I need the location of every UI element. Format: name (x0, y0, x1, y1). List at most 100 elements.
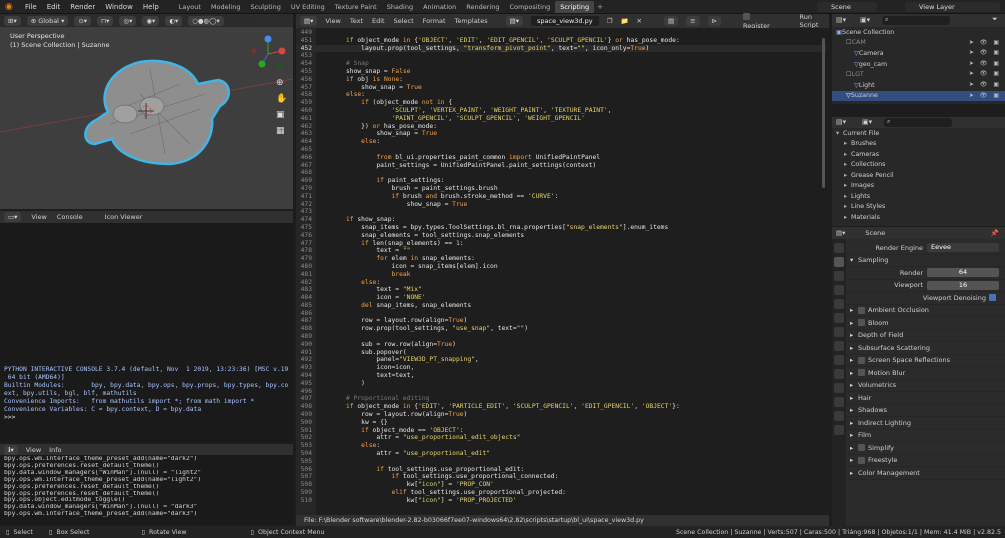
workspace-tab-rendering[interactable]: Rendering (461, 1, 504, 13)
editor-type-icon[interactable]: ⊞▾ (4, 15, 21, 26)
blender-logo-icon[interactable]: ◉ (5, 2, 17, 12)
render-engine-dropdown[interactable]: Eevee (927, 243, 999, 253)
code-line[interactable]: 505 (296, 458, 826, 466)
open-folder-icon[interactable]: 📁 (620, 17, 628, 25)
render-samples-field[interactable]: 64 (927, 268, 999, 278)
code-line[interactable]: 498 if object_mode in {'EDIT', 'PARTICLE_… (296, 403, 826, 411)
code-text[interactable]: snap_elements = tool_settings.snap_eleme… (315, 232, 524, 240)
code-text[interactable]: row.prop(tool_settings, "use_snap", text… (315, 325, 528, 333)
camera-view-icon[interactable]: ▣ (276, 110, 285, 120)
line-numbers-toggle-icon[interactable]: ▤ (663, 16, 679, 26)
code-text[interactable]: icon = snap_items[elem].icon (315, 263, 497, 271)
blend-file-item-brushes[interactable]: ▸ Brushes (832, 139, 1005, 150)
code-text[interactable]: # Snap (315, 60, 369, 68)
blend-file-item-grease-pencil[interactable]: ▸ Grease Pencil (832, 170, 1005, 181)
menu-file[interactable]: File (20, 3, 42, 11)
code-line[interactable]: 455 show_snap = False (296, 68, 826, 76)
code-text[interactable]: if paint_settings: (315, 177, 444, 185)
code-line[interactable]: 509 elif tool_settings.use_proportional_… (296, 489, 826, 497)
transform-orientation-dropdown[interactable]: ⊕ Global ▾ (26, 15, 69, 26)
workspace-tab-texture-paint[interactable]: Texture Paint (330, 1, 382, 13)
code-text[interactable]: }) or has_pose_mode: (315, 123, 437, 131)
text-menu-select[interactable]: Select (394, 17, 414, 25)
code-text[interactable]: paint_settings = UnifiedPaintPanel.paint… (315, 162, 596, 170)
world-tab-icon[interactable] (834, 313, 844, 323)
visibility-icons[interactable]: ➤ 👁 ▣ (969, 49, 1001, 56)
text-filename-field[interactable]: space_view3d.py (531, 16, 599, 26)
menu-help[interactable]: Help (138, 3, 164, 11)
run-script-button[interactable]: Run Script (800, 13, 829, 29)
workspace-tab-animation[interactable]: Animation (418, 1, 461, 13)
workspace-tab-modeling[interactable]: Modeling (206, 1, 246, 13)
info-line[interactable]: bpy.data.window_managers["WinMan"].(null… (4, 470, 289, 477)
text-menu-templates[interactable]: Templates (455, 17, 488, 25)
code-text[interactable]: else: (315, 138, 380, 146)
properties-type-icon[interactable]: ▤▾ (836, 229, 845, 237)
panel-enable-checkbox[interactable] (858, 369, 865, 377)
panel-enable-checkbox[interactable] (858, 356, 865, 364)
syntax-toggle-icon[interactable]: ⊳ (707, 16, 722, 26)
visibility-icons[interactable]: ➤ 👁 ▣ (969, 70, 1001, 77)
panel-indirect-lighting[interactable]: ▸ Indirect Lighting (846, 417, 1005, 430)
code-area[interactable]: 449 451 if object_mode in {'OBJECT', 'EDIT… (296, 29, 826, 505)
code-line[interactable]: 495 ) (296, 380, 826, 388)
editor-scrollbar[interactable] (822, 38, 825, 188)
pan-hand-icon[interactable]: ✋ (276, 94, 287, 104)
code-line[interactable]: 500 kw = {} (296, 419, 826, 427)
tool-tab-icon[interactable] (834, 243, 844, 253)
pivot-point-icon[interactable]: ⊙▾ (74, 15, 92, 26)
code-line[interactable]: 463 show_snap = True (296, 130, 826, 138)
code-line[interactable]: 485 del snap_items, snap_elements (296, 302, 826, 310)
panel-simplify[interactable]: ▸ Simplify (846, 442, 1005, 455)
code-line[interactable]: 499 row = layout.row(align=True) (296, 411, 826, 419)
panel-enable-checkbox[interactable] (858, 444, 865, 452)
code-line[interactable]: 461 'PAINT_GPENCIL', 'SCULPT_GPENCIL', '… (296, 115, 826, 123)
constraints-tab-icon[interactable] (834, 383, 844, 393)
view-object-types-icon[interactable]: ◉▾ (142, 15, 160, 26)
code-text[interactable]: if tool_settings.use_proportional_connec… (315, 473, 559, 481)
code-line[interactable]: 491 sub.popover( (296, 349, 826, 357)
navigation-gizmo[interactable] (251, 35, 286, 69)
overlay-icon[interactable]: ◐▾ (165, 15, 183, 26)
ortho-grid-icon[interactable]: ▦ (276, 126, 285, 136)
add-workspace-button[interactable]: + (597, 3, 603, 11)
viewport-denoising-checkbox[interactable] (989, 294, 996, 302)
code-line[interactable]: 465 (296, 146, 826, 154)
code-text[interactable]: else: (315, 279, 380, 287)
text-menu-format[interactable]: Format (423, 17, 446, 25)
code-text[interactable]: 'PAINT_GPENCIL', 'SCULPT_GPENCIL', 'WEIG… (315, 115, 585, 123)
code-line[interactable]: 473 (296, 208, 826, 216)
code-line[interactable]: 453 (296, 52, 826, 60)
code-text[interactable]: layout.prop(tool_settings, "transform_pi… (315, 45, 649, 53)
code-line[interactable]: 456 if obj is None: (296, 76, 826, 84)
code-line[interactable]: 510 kw["icon"] = 'PROP_PROJECTED' (296, 497, 826, 505)
blend-file-item-materials[interactable]: ▸ Materials (832, 212, 1005, 223)
code-text[interactable]: else: (315, 442, 380, 450)
info-editor-type-icon[interactable]: ℹ▾ (4, 444, 18, 455)
code-editor[interactable]: 449 451 if object_mode in {'OBJECT', 'EDIT… (296, 28, 829, 515)
code-line[interactable]: 502 attr = "use_proportional_edit_object… (296, 434, 826, 442)
code-text[interactable]: show_snap = True (315, 84, 422, 92)
code-line[interactable]: 472 show_snap = True (296, 201, 826, 209)
code-line[interactable]: 481 break (296, 271, 826, 279)
material-tab-icon[interactable] (834, 411, 844, 421)
code-line[interactable]: 462 }) or has_pose_mode: (296, 123, 826, 131)
console-menu[interactable]: Console (57, 213, 83, 221)
code-line[interactable]: 459 if (object_mode not in { (296, 99, 826, 107)
outliner-item-suzanne[interactable]: ▽ Suzanne ➤ 👁 ▣ (832, 90, 1005, 102)
close-text-icon[interactable]: ✕ (637, 17, 642, 25)
info-view-menu[interactable]: View (26, 446, 41, 454)
text-menu-text[interactable]: Text (350, 17, 363, 25)
code-line[interactable]: 452 layout.prop(tool_settings, "transfor… (296, 44, 826, 53)
register-checkbox[interactable]: Register (743, 12, 775, 30)
menu-render[interactable]: Render (65, 3, 100, 11)
code-text[interactable] (315, 333, 346, 341)
code-text[interactable] (315, 169, 346, 177)
code-line[interactable]: 493 icon=icon, (296, 364, 826, 372)
code-text[interactable]: if len(snap_elements) == 1: (315, 240, 463, 248)
visibility-icons[interactable]: ➤ 👁 ▣ (969, 60, 1001, 67)
code-line[interactable]: 467 paint_settings = UnifiedPaintPanel.p… (296, 162, 826, 170)
outliner-item-light[interactable]: ▽ Light ➤ 👁 ▣ (832, 80, 1005, 91)
visibility-icons[interactable]: ➤ 👁 ▣ (969, 92, 1001, 99)
panel-enable-checkbox[interactable] (858, 456, 865, 464)
